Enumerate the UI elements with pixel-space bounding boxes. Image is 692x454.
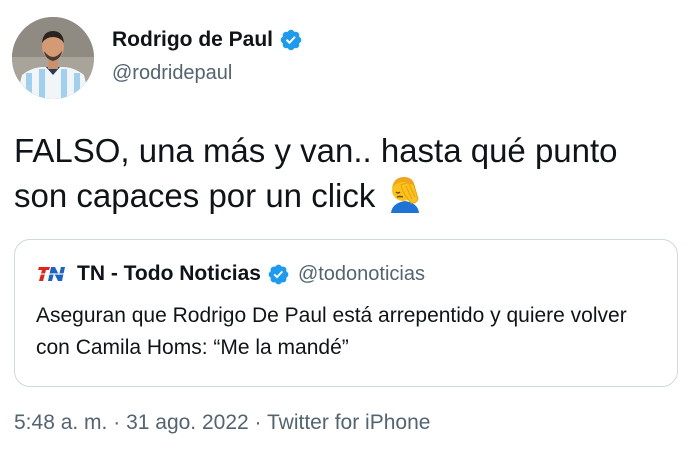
avatar[interactable] [12,17,94,99]
quoted-tweet[interactable]: TN - Todo Noticias @todonoticias Asegura… [14,239,678,387]
tn-logo-icon [36,267,67,281]
quoted-tweet-text: Aseguran que Rodrigo De Paul está arrepe… [36,304,627,359]
tweet: Rodrigo de Paul @rodridepaul FALSO, una … [0,0,692,454]
author-handle[interactable]: @rodridepaul [112,62,232,85]
tweet-date[interactable]: 31 ago. 2022 [126,411,249,434]
tweet-text-body: FALSO, una más y van.. hasta qué punto s… [14,132,618,214]
quoted-tweet-header: TN - Todo Noticias @todonoticias [36,262,425,286]
author-name-row: Rodrigo de Paul [112,28,303,52]
quoted-verified-badge-icon [268,264,289,284]
facepalm-icon [391,177,420,213]
tweet-source-link[interactable]: Twitter for iPhone [267,411,430,434]
meta-separator: · [113,411,121,434]
quoted-author-handle: @todonoticias [297,262,425,285]
avatar-image [12,17,94,99]
tweet-time[interactable]: 5:48 a. m. [14,411,107,434]
tweet-text: FALSO, una más y van.. hasta qué punto s… [14,128,674,218]
author-name[interactable]: Rodrigo de Paul [112,28,273,52]
tweet-meta: 5:48 a. m. · 31 ago. 2022 · Twitter for … [14,411,430,435]
meta-separator: · [254,411,262,434]
verified-badge-icon [280,29,302,51]
quoted-author-name: TN - Todo Noticias [77,262,261,285]
